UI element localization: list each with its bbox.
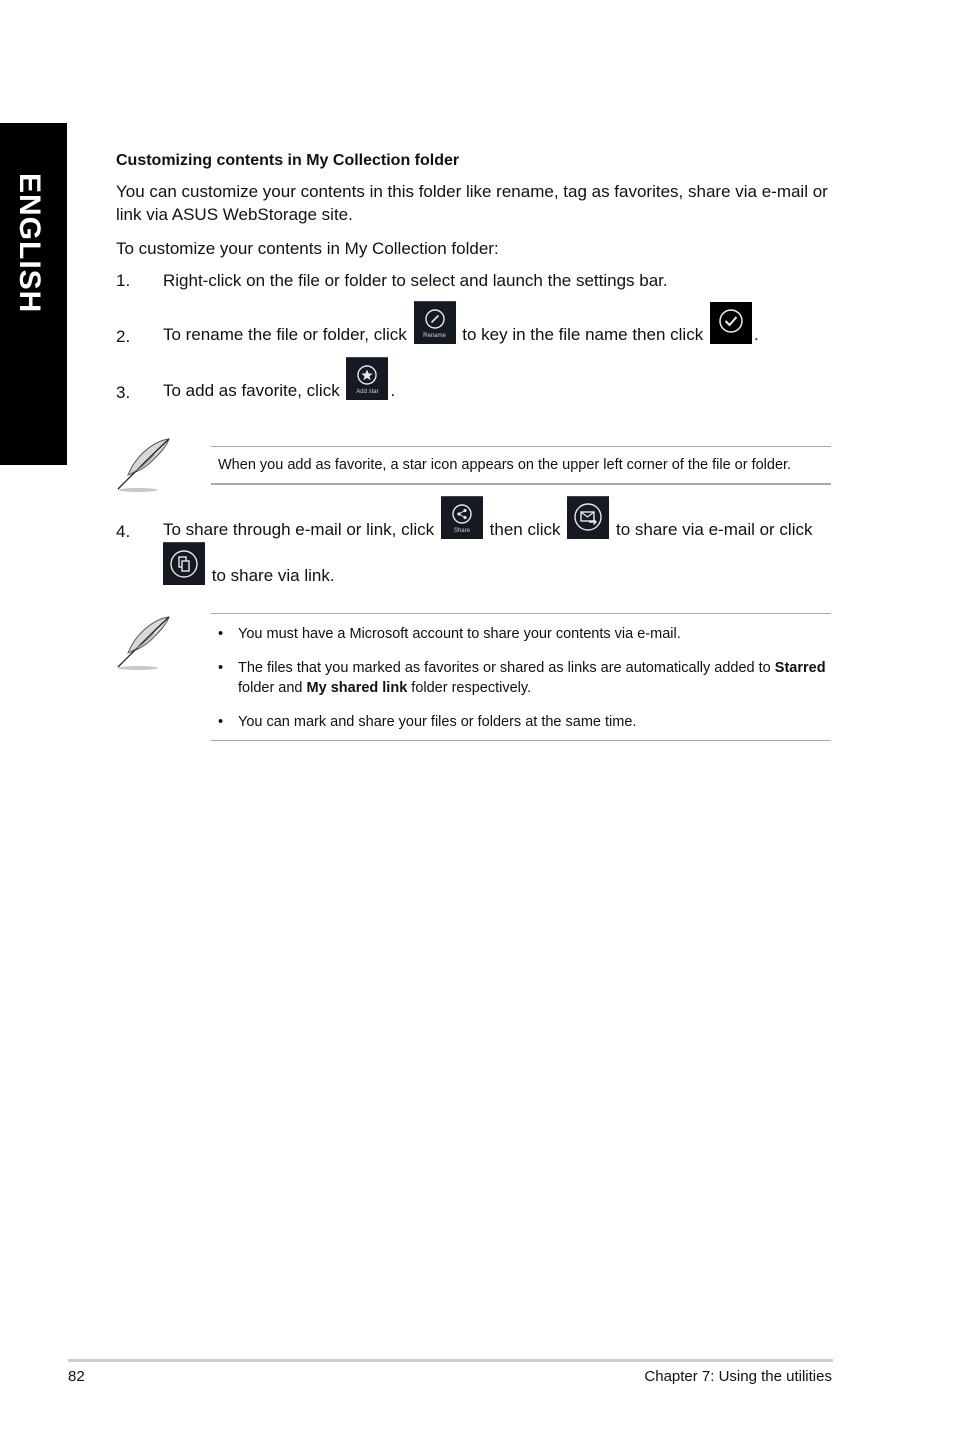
bullet: • bbox=[218, 714, 224, 730]
step-3-text-a: To add as favorite, click bbox=[163, 381, 340, 400]
section-heading: Customizing contents in My Collection fo… bbox=[116, 152, 460, 169]
note-2-item-text: You must have a Microsoft account to sha… bbox=[238, 626, 681, 642]
add-star-icon: Add star bbox=[346, 357, 389, 400]
step-1-text: Right-click on the file or folder to sel… bbox=[163, 271, 668, 290]
note-box-1: When you add as favorite, a star icon ap… bbox=[211, 446, 831, 485]
note-2-list: • You must have a Microsoft account to s… bbox=[211, 614, 831, 740]
language-label: ENGLISH bbox=[13, 173, 46, 314]
rename-caption: Rename bbox=[423, 333, 446, 339]
step-2-text-b: to key in the file name then click bbox=[462, 325, 704, 344]
step-4-text-a: To share through e-mail or link, click bbox=[163, 520, 435, 539]
add-star-caption: Add star bbox=[356, 389, 379, 395]
step-4-text-b: then click bbox=[489, 520, 561, 539]
feather-pen-icon bbox=[117, 438, 170, 492]
link-share-icon bbox=[163, 542, 205, 585]
step-2-number: 2. bbox=[116, 327, 131, 346]
step-4-number: 4. bbox=[116, 522, 131, 541]
step-3-text: To add as favorite, click Add star . bbox=[163, 357, 395, 401]
note-2-item-pre: The files that you marked as favorites o… bbox=[238, 660, 775, 676]
my-shared-link-folder-name: My shared link bbox=[306, 680, 408, 696]
step-2-text-c: . bbox=[753, 325, 759, 344]
step-3-number: 3. bbox=[116, 383, 131, 402]
step-4-text-c: to share via e-mail or click bbox=[615, 520, 813, 539]
share-icon: Share bbox=[440, 496, 483, 539]
note-2-item-post: folder respectively. bbox=[407, 680, 532, 696]
step-2-text-a: To rename the file or folder, click bbox=[163, 325, 407, 344]
step-4-text-line-1: To share through e-mail or link, click S… bbox=[163, 496, 813, 540]
email-share-icon bbox=[567, 496, 610, 539]
footer-divider bbox=[68, 1359, 833, 1362]
share-caption: Share bbox=[453, 528, 470, 534]
step-4-text-line-2: to share via link. bbox=[163, 542, 335, 586]
lead-paragraph: To customize your contents in My Collect… bbox=[116, 239, 499, 258]
step-3-text-b: . bbox=[390, 381, 396, 400]
starred-folder-name: Starred bbox=[774, 660, 826, 676]
intro-paragraph: You can customize your contents in this … bbox=[116, 182, 828, 224]
step-4-text-d: to share via link. bbox=[211, 566, 335, 585]
note-2-item-text: You can mark and share your files or fol… bbox=[238, 714, 637, 730]
note-2-item: • You must have a Microsoft account to s… bbox=[211, 624, 831, 644]
step-2-text: To rename the file or folder, click Rena… bbox=[163, 301, 759, 345]
note-2-item-mid: folder and bbox=[238, 680, 307, 696]
note-1-text: When you add as favorite, a star icon ap… bbox=[218, 457, 792, 473]
bullet: • bbox=[218, 660, 224, 676]
step-1-number: 1. bbox=[116, 271, 131, 290]
feather-pen-icon bbox=[117, 616, 170, 670]
rename-icon: Rename bbox=[413, 301, 456, 344]
chapter-title: Chapter 7: Using the utilities bbox=[644, 1368, 832, 1385]
language-side-tab: ENGLISH bbox=[0, 123, 67, 465]
bullet: • bbox=[218, 626, 224, 642]
page-number: 82 bbox=[68, 1368, 85, 1385]
note-2-item: • You can mark and share your files or f… bbox=[211, 712, 831, 732]
note-2-item: • The files that you marked as favorites… bbox=[211, 658, 831, 698]
note-box-2: • You must have a Microsoft account to s… bbox=[211, 613, 831, 741]
checkmark-icon bbox=[709, 302, 752, 344]
